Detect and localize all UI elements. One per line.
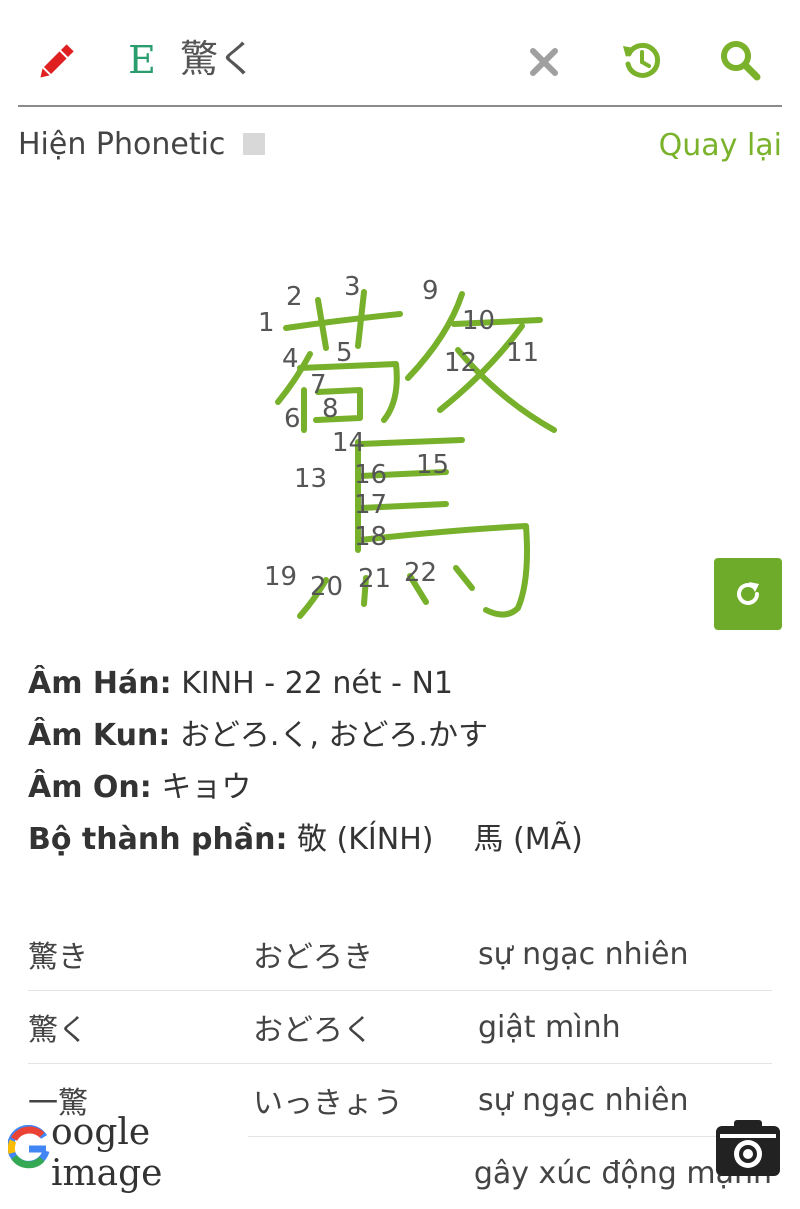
header-divider [18,105,782,107]
on-row: Âm On: キョウ [28,766,788,818]
stroke-number: 21 [358,564,392,594]
vocab-reading: おどろき [253,940,373,975]
kanji-info: Âm Hán: KINH - 22 nét - N1 Âm Kun: おどろ.く… [28,662,788,870]
stroke-number: 3 [344,272,361,302]
stroke-number: 15 [416,450,450,480]
history-icon[interactable] [618,36,666,84]
close-icon[interactable] [522,40,566,84]
search-icon[interactable] [716,36,764,84]
vocab-reading: おどろく [253,1013,373,1048]
vocab-reading: いっきょう [253,1086,403,1121]
stroke-number: 17 [354,490,388,520]
stroke-number: 9 [422,276,439,306]
kun-value: おどろ.く, おどろ.かす [179,718,489,753]
refresh-icon[interactable] [714,558,782,630]
language-toggle[interactable]: E [122,36,162,84]
phonetic-row: Hiện Phonetic [18,122,266,166]
part-link[interactable]: 敬 (KÍNH) [297,822,433,857]
parts-row: Bộ thành phần: 敬 (KÍNH) 馬 (MÃ) [28,818,788,870]
parts-label: Bộ thành phần: [28,822,288,857]
stroke-number: 13 [294,464,328,494]
stroke-number: 11 [506,338,540,368]
stroke-number: 20 [310,572,344,602]
stroke-number: 8 [322,394,339,424]
kun-label: Âm Kun: [28,718,171,753]
stroke-number: 2 [286,282,303,312]
stroke-number: 16 [354,460,388,490]
kun-row: Âm Kun: おどろ.く, おどろ.かす [28,714,788,766]
camera-icon[interactable] [714,1118,782,1178]
vocab-row[interactable]: 驚き おどろき sự ngạc nhiên [28,918,772,991]
stroke-number: 12 [444,348,478,378]
part-link[interactable]: 馬 (MÃ) [473,822,582,857]
han-label: Âm Hán: [28,666,172,701]
on-value: キョウ [161,770,252,805]
stroke-number: 6 [284,404,301,434]
stroke-number: 1 [258,308,275,338]
kanji-stroke-diagram: 1 2 3 4 5 6 7 8 9 10 11 12 13 14 15 16 1… [200,250,600,630]
search-query[interactable]: 驚く [180,32,256,86]
back-link[interactable]: Quay lại [659,128,782,163]
stroke-number: 22 [404,558,438,588]
vocab-meaning: sự ngạc nhiên [478,936,689,972]
vocab-meaning: sự ngạc nhiên [478,1082,689,1118]
stroke-number: 5 [336,338,353,368]
top-bar: E 驚く [0,0,800,108]
on-label: Âm On: [28,770,152,805]
kanji-strokes [275,289,557,619]
han-value: KINH - 22 nét - N1 [181,666,453,701]
stroke-number: 14 [332,428,366,458]
vocab-word: 驚き [28,940,88,975]
google-g-logo [7,1124,50,1182]
google-image-button[interactable]: oogle image [7,1112,248,1194]
stroke-number: 4 [282,344,299,374]
han-row: Âm Hán: KINH - 22 nét - N1 [28,662,788,714]
stroke-number: 18 [354,522,388,552]
phonetic-label: Hiện Phonetic [18,126,226,162]
vocab-word: 驚く [28,1013,88,1048]
stroke-number: 19 [264,562,298,592]
stroke-number: 10 [462,306,496,336]
vocab-row[interactable]: 驚く おどろく giật mình [28,991,772,1064]
phonetic-checkbox[interactable] [243,133,266,155]
vocab-meaning: giật mình [478,1009,621,1045]
pencil-icon[interactable] [32,38,80,86]
